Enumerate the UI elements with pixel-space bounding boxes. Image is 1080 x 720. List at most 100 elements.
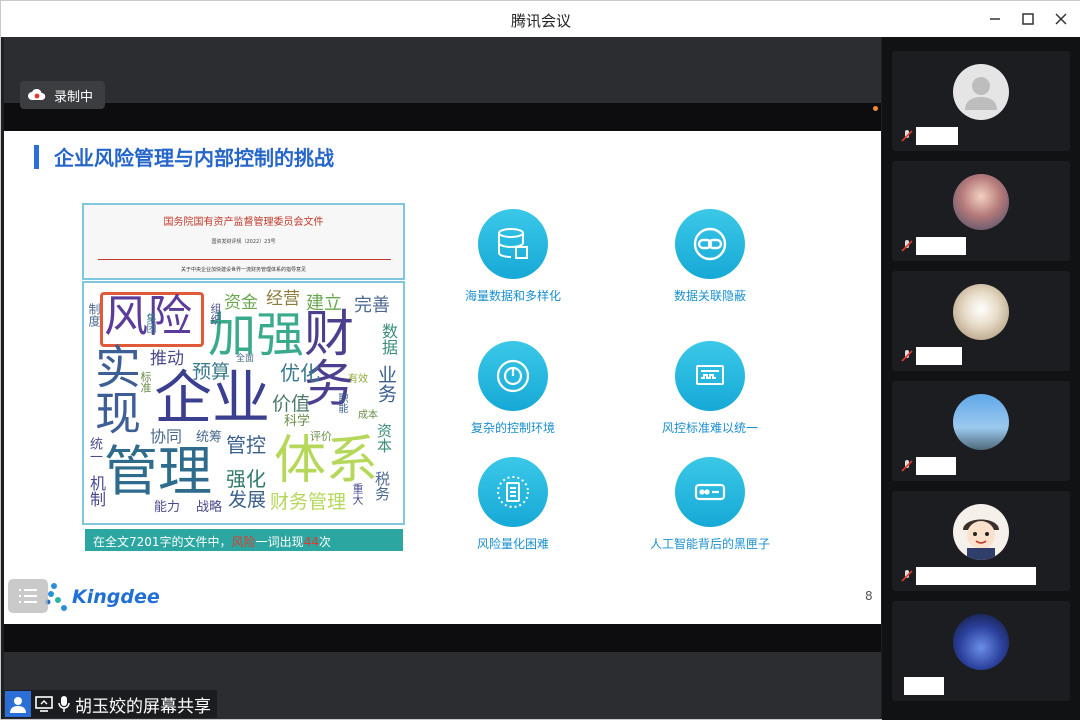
feature-label: 风控标准难以统一 (661, 421, 758, 435)
word: 强化 (226, 467, 266, 491)
stat-prefix: 在全文7201字的文件中， (93, 535, 232, 549)
word: 预算 (192, 361, 231, 383)
meeting-window: 腾讯会议 录制中 企业风险管理与内部控制的挑战 国务院国有资产监督管理委员会文件 (0, 0, 1080, 720)
word: 重大 (351, 483, 364, 505)
document-org: 国务院国有资产监督管理委员会文件 (163, 217, 324, 228)
database-icon (498, 228, 528, 259)
word: 管理 (104, 440, 212, 503)
word: 资金 (224, 293, 258, 313)
word: 优化 (280, 361, 320, 385)
stat-keyword: 风险 (231, 535, 256, 549)
participant-tile[interactable] (892, 601, 1070, 701)
chandelier-avatar (953, 284, 1009, 340)
participant-tile[interactable] (892, 381, 1070, 481)
close-icon (1055, 13, 1067, 25)
participant-name-redacted (916, 237, 966, 255)
close-button[interactable] (1049, 7, 1073, 31)
word: 标准 (139, 371, 152, 393)
word: 管控 (226, 433, 266, 457)
word: 能力 (154, 500, 181, 515)
maximize-button[interactable] (1016, 7, 1040, 31)
screen-share-icon (35, 696, 53, 712)
muted-mic-icon (901, 460, 913, 472)
minimize-icon (990, 18, 1000, 20)
letterbox-top (4, 103, 881, 131)
word-cloud: 风险 加强 财务 实现 企业 管理 体系 资金 经营 建立 完善 推动 预算 优… (82, 281, 405, 525)
presenter-label: 胡玉姣的屏幕共享 (75, 696, 211, 717)
word: 完善 (354, 295, 390, 316)
stat-count: 44 (303, 535, 319, 549)
feature-item: 复杂的控制环境 (423, 341, 603, 436)
feature-item: 数据关联隐蔽 (620, 209, 800, 304)
feature-item: 风险量化困难 (423, 457, 603, 552)
word: 战略 (196, 500, 223, 515)
participant-name-redacted (916, 347, 962, 365)
presenter-bar[interactable]: 胡玉姣的屏幕共享 (5, 690, 217, 718)
feature-label: 海量数据和多样化 (464, 289, 561, 303)
participant-tile[interactable] (892, 491, 1070, 591)
slide-menu-button[interactable] (8, 579, 48, 613)
word: 发展 (228, 489, 267, 511)
default-avatar (953, 64, 1009, 120)
feature-item: 风控标准难以统一 (620, 341, 800, 436)
minimize-button[interactable] (983, 7, 1007, 31)
list-icon (19, 589, 37, 603)
word: 有效 (348, 374, 368, 385)
recording-label: 录制中 (54, 89, 94, 105)
feature-label: 风险量化困难 (476, 537, 549, 551)
chip-icon (497, 476, 529, 508)
participants-panel (882, 37, 1080, 720)
feature-label: 人工智能背后的黑匣子 (649, 537, 770, 551)
word: 实现 (88, 343, 142, 435)
logo-text: Kingdee (72, 586, 160, 608)
stat-suffix: 次 (318, 535, 331, 549)
word: 机制 (87, 475, 106, 507)
word: 资本 (375, 423, 393, 453)
feature-icon-circle (478, 341, 548, 411)
feature-label: 复杂的控制环境 (470, 421, 555, 435)
kingdee-logo: Kingdee (44, 581, 160, 613)
stat-caption: 在全文7201字的文件中，风险一词出现44次 (85, 529, 403, 551)
word: 全面 (236, 354, 255, 364)
status-dot (873, 106, 878, 111)
sky-photo-avatar (953, 394, 1009, 450)
feature-label: 数据关联隐蔽 (673, 289, 746, 303)
presentation-slide: 企业风险管理与内部控制的挑战 国务院国有资产监督管理委员会文件 国资发财评规〔2… (4, 131, 881, 624)
stat-middle: 一词出现 (255, 535, 304, 549)
feature-icon-circle (478, 457, 548, 527)
participant-name-redacted (916, 457, 956, 475)
word: 成本 (358, 410, 378, 421)
feature-icon-circle (675, 209, 745, 279)
word: 经营 (266, 289, 300, 309)
app-title: 腾讯会议 (510, 12, 571, 30)
word: 组织 (209, 303, 222, 325)
participant-tile[interactable] (892, 161, 1070, 261)
word: 建立 (306, 293, 342, 314)
cloud-record-icon (28, 88, 46, 100)
maximize-icon (1022, 13, 1034, 25)
feature-icon-circle (675, 341, 745, 411)
word: 数据 (379, 323, 398, 355)
cartoon-boy-avatar (953, 504, 1009, 560)
word: 协同 (150, 427, 183, 446)
word: 财务 (296, 307, 354, 407)
family-photo-avatar (953, 174, 1009, 230)
participant-name-redacted (916, 567, 1036, 585)
recording-badge[interactable]: 录制中 (20, 81, 106, 109)
participant-tile[interactable] (892, 51, 1070, 151)
participant-name-redacted (916, 127, 958, 145)
word: 业务 (375, 365, 397, 403)
word: 职能 (336, 393, 347, 413)
word: 加强 (208, 307, 305, 363)
document-subtitle: 关于中央企业加快建设世界一流财务管理体系的指导意见 (180, 267, 306, 273)
word: 制度 (87, 303, 101, 327)
feature-item: 人工智能背后的黑匣子 (620, 457, 800, 552)
participant-tile[interactable] (892, 271, 1070, 371)
feature-item: 海量数据和多样化 (423, 209, 603, 304)
document-number: 国资发财评规〔2022〕23号 (211, 239, 276, 245)
word: 统筹 (196, 430, 223, 445)
word: 税务 (373, 471, 391, 501)
gauge-icon (496, 359, 530, 393)
title-bar: 腾讯会议 (1, 1, 1080, 37)
crowd-photo-avatar (953, 614, 1009, 670)
